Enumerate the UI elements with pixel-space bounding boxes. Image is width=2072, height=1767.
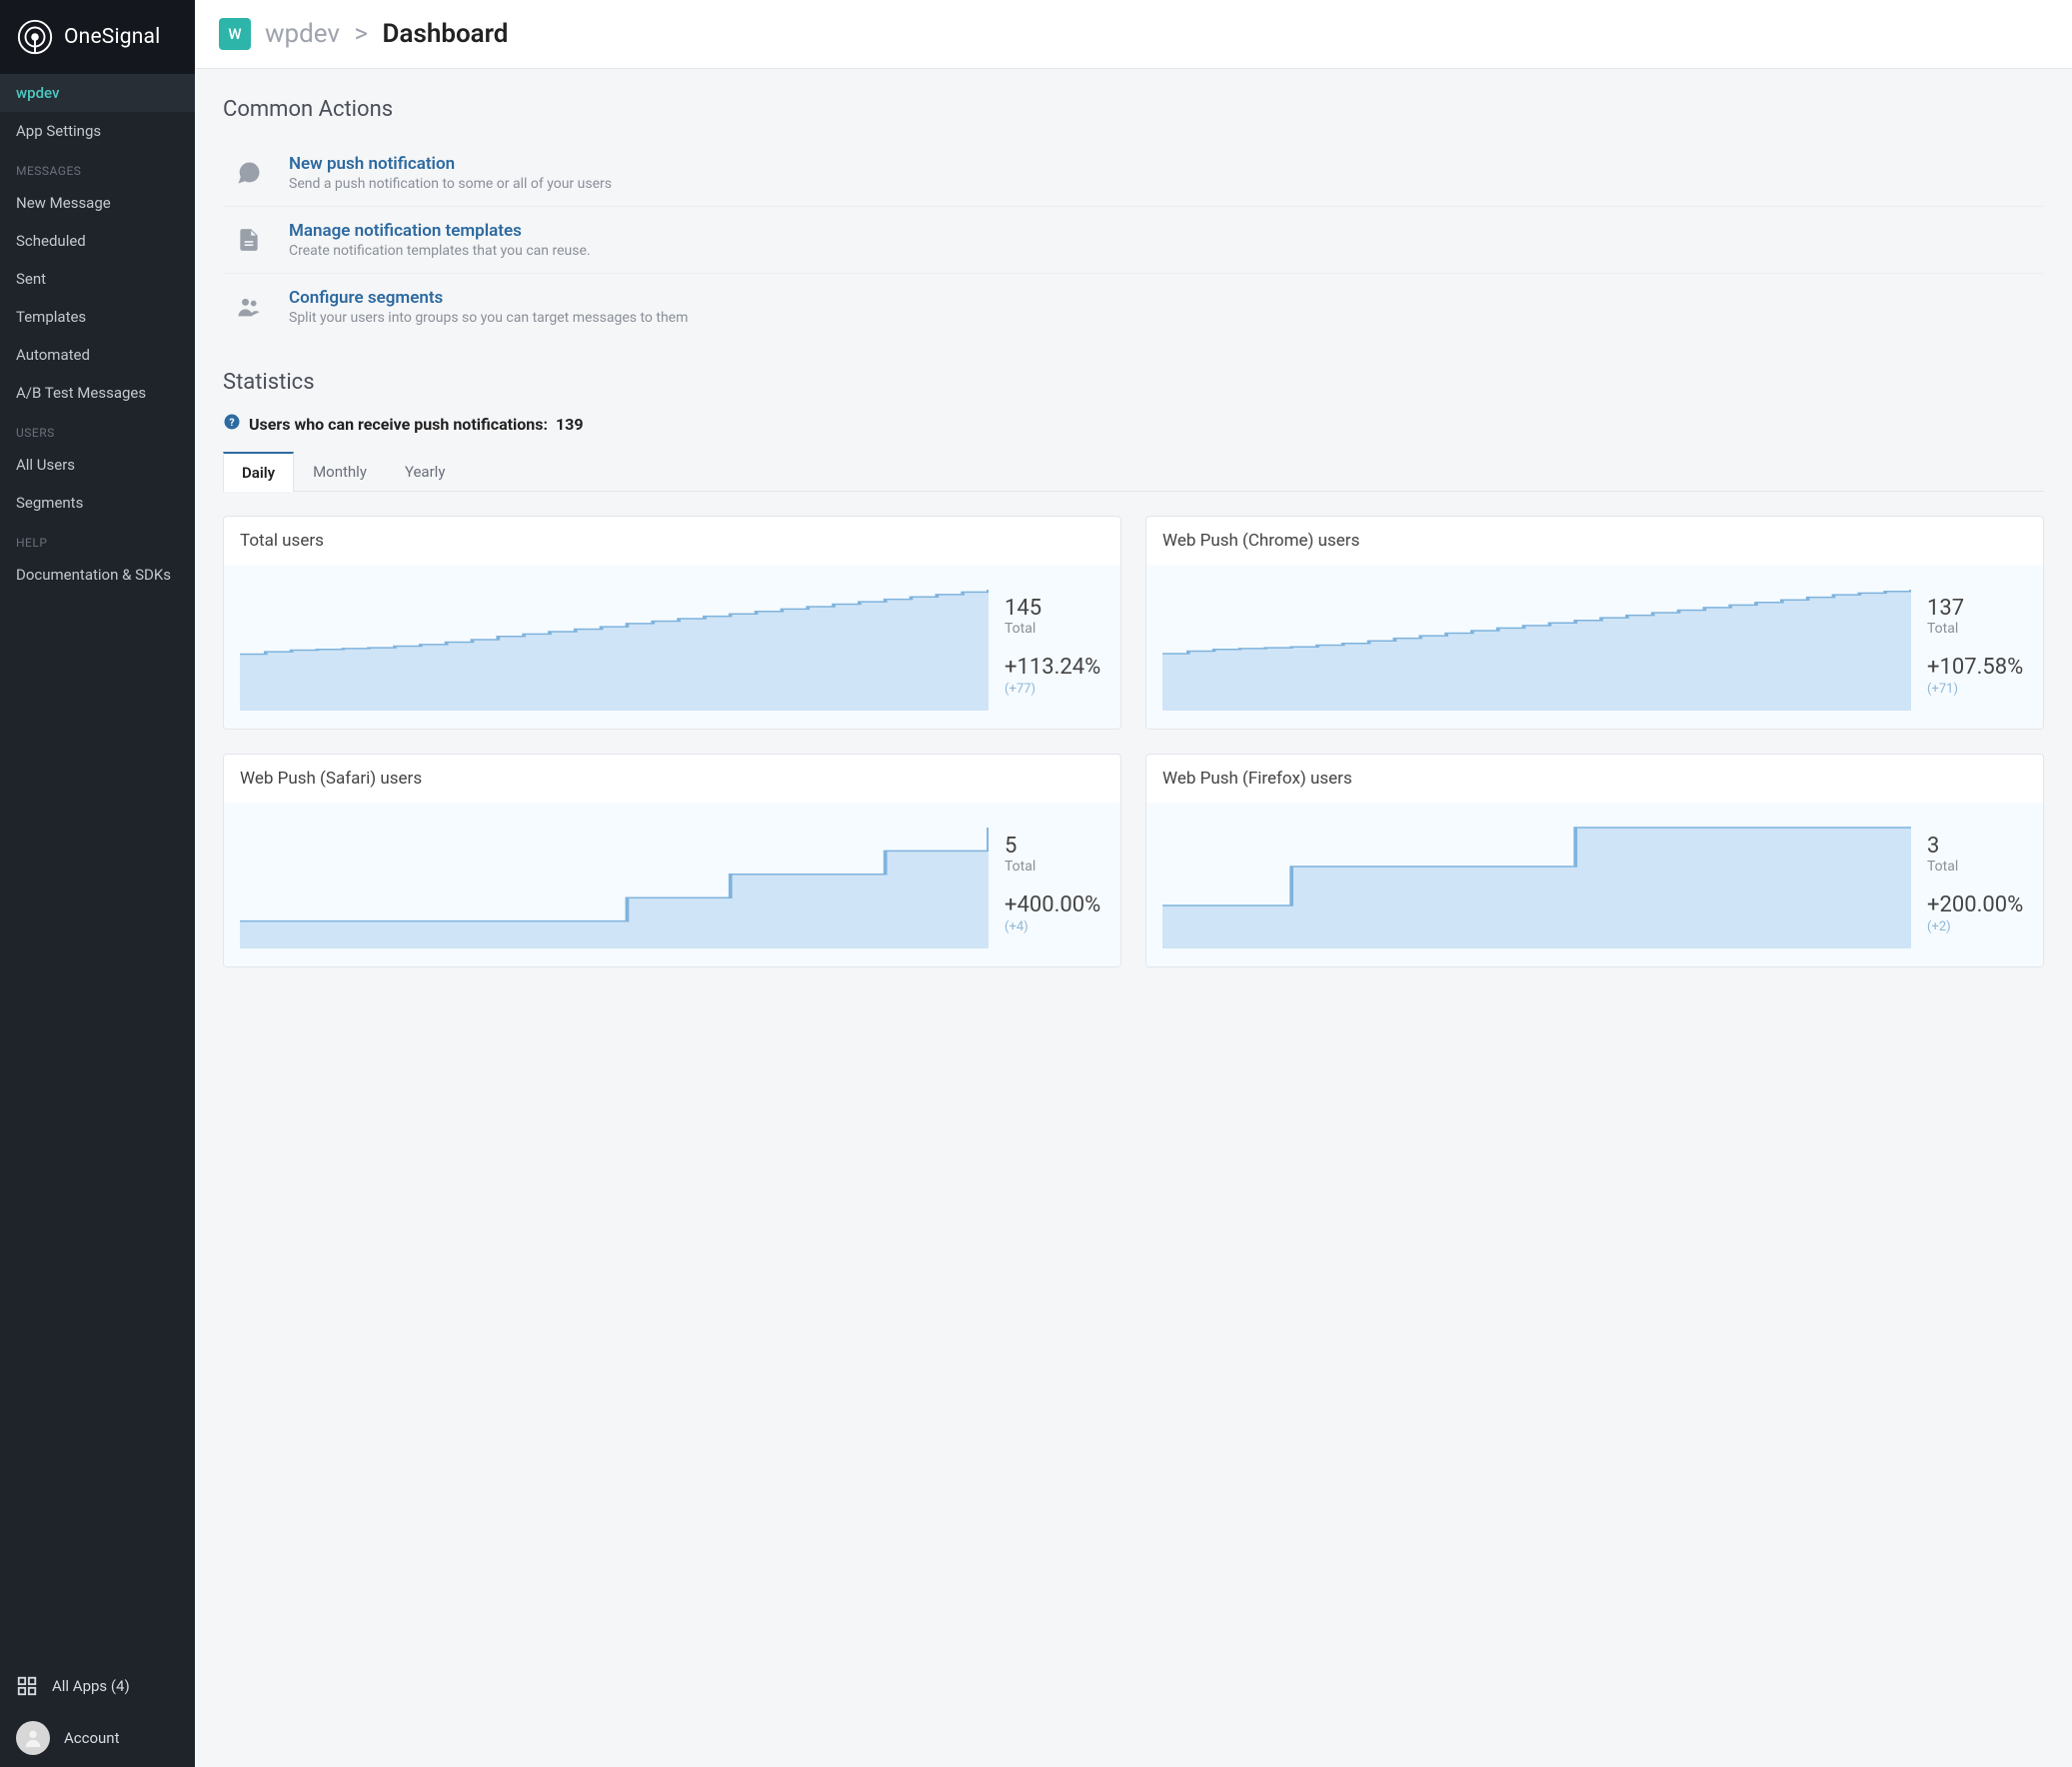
sidebar-item-documentation[interactable]: Documentation & SDKs [0,556,195,594]
stat-total-label: Total [1005,621,1104,637]
subscribable-count: 139 [556,415,584,434]
stat-pct: +400.00% [1005,892,1104,917]
stat-delta: (+4) [1005,919,1104,934]
stat-value: 3 [1927,834,2027,859]
stat-card: Web Push (Safari) users 5 Total +400.00%… [223,754,1121,967]
account-label: Account [64,1729,120,1747]
sidebar-item-all-users[interactable]: All Users [0,446,195,484]
stat-value: 145 [1005,596,1104,621]
action-desc: Send a push notification to some or all … [289,176,612,192]
action-title: Manage notification templates [289,221,591,241]
action-desc: Split your users into groups so you can … [289,310,688,326]
all-apps-label: All Apps (4) [52,1677,130,1695]
stat-pct: +200.00% [1927,892,2027,917]
breadcrumb-current: Dashboard [383,19,509,49]
common-actions-list: New push notification Send a push notifi… [223,140,2044,340]
sidebar-item-app-settings[interactable]: App Settings [0,112,195,150]
sidebar-item-scheduled[interactable]: Scheduled [0,222,195,260]
grid-icon [16,1675,38,1697]
sidebar-header: OneSignal [0,0,195,74]
breadcrumb: wpdev > Dashboard [265,19,508,49]
card-stats: 145 Total +113.24% (+77) [1005,581,1104,711]
card-chart [1162,581,1911,711]
sidebar-section-help: HELP [0,522,195,556]
breadcrumb-separator: > [354,19,368,49]
statistics-section: Statistics ? Users who can receive push … [223,370,2044,967]
tab-daily[interactable]: Daily [223,452,294,492]
stats-tabs: Daily Monthly Yearly [223,451,2044,492]
action-configure-segments[interactable]: Configure segments Split your users into… [223,274,2044,340]
stats-cards: Total users 145 Total +113.24% (+77) Web… [223,516,2044,967]
sidebar-account[interactable]: Account [0,1709,195,1767]
subscribable-label: Users who can receive push notifications… [249,415,548,434]
card-title: Web Push (Chrome) users [1146,517,2043,565]
action-new-push[interactable]: New push notification Send a push notifi… [223,140,2044,207]
sidebar-all-apps[interactable]: All Apps (4) [0,1663,195,1709]
statistics-title: Statistics [223,370,2044,395]
file-icon [231,222,267,258]
stat-pct: +113.24% [1005,655,1104,680]
stat-delta: (+2) [1927,919,2027,934]
action-title: Configure segments [289,288,688,308]
card-title: Web Push (Firefox) users [1146,755,2043,803]
sidebar: OneSignal wpdev App Settings MESSAGES Ne… [0,0,195,1767]
card-stats: 3 Total +200.00% (+2) [1927,819,2027,948]
sidebar-item-ab-test[interactable]: A/B Test Messages [0,374,195,412]
card-chart [1162,819,1911,948]
comment-icon [231,155,267,191]
main: W wpdev > Dashboard Common Actions New p… [195,0,2072,1767]
sidebar-section-messages: MESSAGES [0,150,195,184]
sidebar-item-new-message[interactable]: New Message [0,184,195,222]
sidebar-item-automated[interactable]: Automated [0,336,195,374]
tab-monthly[interactable]: Monthly [294,452,386,492]
svg-text:?: ? [229,416,234,429]
stat-value: 5 [1005,834,1104,859]
stat-total-label: Total [1005,859,1104,875]
brand-name: OneSignal [64,25,160,49]
subscribable-row: ? Users who can receive push notificatio… [223,413,2044,435]
onesignal-logo-icon [16,18,54,56]
sidebar-section-users: USERS [0,412,195,446]
card-chart [240,819,989,948]
stat-delta: (+77) [1005,682,1104,697]
users-icon [231,289,267,325]
sidebar-item-app[interactable]: wpdev [0,74,195,112]
card-stats: 5 Total +400.00% (+4) [1005,819,1104,948]
stat-delta: (+71) [1927,682,2027,697]
action-title: New push notification [289,154,612,174]
stat-card: Web Push (Firefox) users 3 Total +200.00… [1145,754,2044,967]
action-desc: Create notification templates that you c… [289,243,591,259]
stat-card: Web Push (Chrome) users 137 Total +107.5… [1145,516,2044,730]
card-title: Web Push (Safari) users [224,755,1120,803]
sidebar-item-segments[interactable]: Segments [0,484,195,522]
sidebar-item-sent[interactable]: Sent [0,260,195,298]
avatar-icon [16,1721,50,1755]
stat-value: 137 [1927,596,2027,621]
topbar: W wpdev > Dashboard [195,0,2072,69]
content: Common Actions New push notification Sen… [195,69,2072,995]
tab-yearly[interactable]: Yearly [386,452,464,492]
card-chart [240,581,989,711]
card-title: Total users [224,517,1120,565]
stat-pct: +107.58% [1927,655,2027,680]
stat-total-label: Total [1927,859,2027,875]
breadcrumb-app[interactable]: wpdev [265,19,340,49]
stat-card: Total users 145 Total +113.24% (+77) [223,516,1121,730]
common-actions-title: Common Actions [223,97,2044,122]
help-icon[interactable]: ? [223,413,241,435]
stat-total-label: Total [1927,621,2027,637]
action-manage-templates[interactable]: Manage notification templates Create not… [223,207,2044,274]
card-stats: 137 Total +107.58% (+71) [1927,581,2027,711]
app-badge: W [219,18,251,50]
sidebar-item-templates[interactable]: Templates [0,298,195,336]
